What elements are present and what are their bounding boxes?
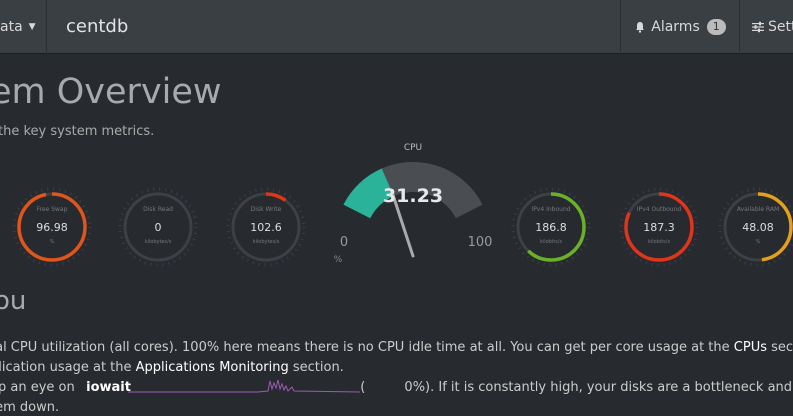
gauge-4: IPv4 Outbound 187.3 kilobits/s xyxy=(619,187,699,267)
gauge-3: IPv4 Inbound 186.8 kilobits/s xyxy=(511,187,591,267)
section-title: ou xyxy=(0,286,27,316)
page-subtitle: the key system metrics. xyxy=(0,124,155,139)
page-title: em Overview xyxy=(0,72,222,112)
alarms-button[interactable]: Alarms 1 xyxy=(620,0,740,54)
caret-down-icon: ▼ xyxy=(28,22,36,32)
gauge-value: 0 xyxy=(155,221,162,234)
navbar: ata ▼ centdb Alarms 1 Setti xyxy=(0,0,793,54)
alarms-label: Alarms xyxy=(651,19,700,35)
gauge-5: Available RAM 48.08% xyxy=(718,187,793,267)
gauge-2: Disk Write 102.6 kilobytes/s xyxy=(226,187,306,267)
menu-dropdown[interactable]: ata ▼ xyxy=(0,0,47,54)
gauge-unit: kilobits/s xyxy=(648,239,671,245)
gauge-unit: % xyxy=(756,239,761,245)
cpu-gauge-max: 100 xyxy=(468,235,493,250)
gauge-value: 96.98 xyxy=(36,221,68,234)
gauge-title: IPv4 Outbound xyxy=(637,206,682,213)
description-line-2: plication usage at the Applications Moni… xyxy=(0,360,344,375)
iowait-sparkline xyxy=(128,379,360,393)
bell-icon xyxy=(636,22,645,33)
cpu-gauge: CPU 31.23 0 100 % xyxy=(334,143,493,265)
gauge-value: 102.6 xyxy=(250,221,282,234)
description-line-1: tal CPU utilization (all cores). 100% he… xyxy=(0,340,793,355)
gauge-value: 187.3 xyxy=(643,221,675,234)
settings-label: Setti xyxy=(768,19,793,35)
sliders-icon xyxy=(752,21,764,33)
settings-button[interactable]: Setti xyxy=(740,0,793,54)
menu-dropdown-label: ata xyxy=(0,19,23,35)
gauge-value: 186.8 xyxy=(535,221,567,234)
applications-monitoring-link[interactable]: Applications Monitoring xyxy=(136,360,289,375)
description-line-4: tem down. xyxy=(0,400,60,415)
cpu-gauge-value: 31.23 xyxy=(383,185,443,207)
alarms-count-badge: 1 xyxy=(706,19,726,35)
cpu-gauge-title: CPU xyxy=(404,143,422,153)
gauge-title: Disk Read xyxy=(143,206,173,213)
gauge-unit: % xyxy=(50,239,55,245)
gauge-title: Disk Write xyxy=(251,206,282,213)
cpu-gauge-min: 0 xyxy=(340,235,348,250)
gauge-1: Disk Read 0 kilobytes/s xyxy=(118,187,198,267)
hostname-link[interactable]: centdb xyxy=(66,0,128,54)
gauge-unit: kilobits/s xyxy=(540,239,563,245)
gauge-title: Free Swap xyxy=(37,206,68,213)
description-line-3: ep an eye on iowait ( 0%). If it is cons… xyxy=(0,380,793,395)
gauge-0: Free Swap 96.98% xyxy=(12,187,92,267)
gauges-row: Free Swap96.98%Disk Read0kilobytes/sDisk… xyxy=(12,143,793,267)
gauge-title: Available RAM xyxy=(737,206,779,213)
gauge-unit: kilobytes/s xyxy=(253,239,280,245)
cpu-gauge-unit: % xyxy=(334,255,343,265)
gauge-value: 48.08 xyxy=(742,221,774,234)
cpus-link[interactable]: CPUs xyxy=(734,340,767,355)
gauge-unit: kilobytes/s xyxy=(145,239,172,245)
gauge-title: IPv4 Inbound xyxy=(531,206,570,213)
